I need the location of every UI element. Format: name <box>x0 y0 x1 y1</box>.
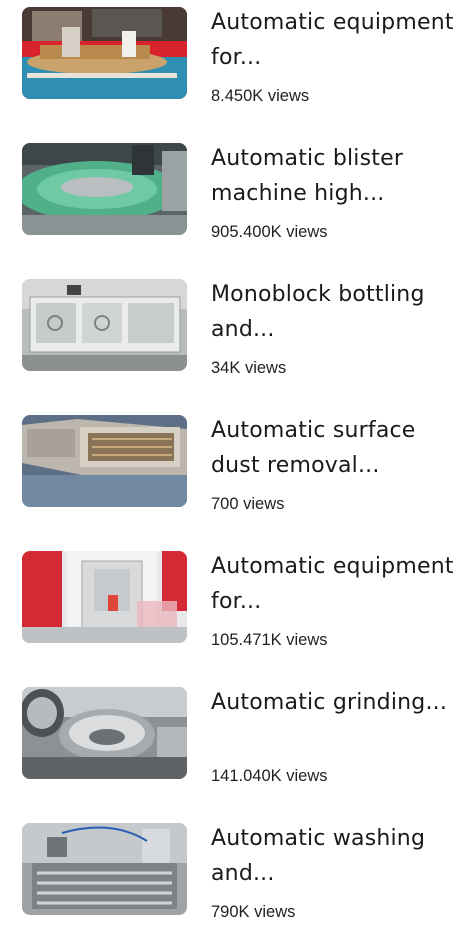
view-count: 34K views <box>211 359 287 377</box>
video-thumbnail[interactable] <box>22 687 187 779</box>
video-item[interactable]: Automatic blister machine high... 905.40… <box>0 136 463 256</box>
video-thumbnail[interactable] <box>22 551 187 643</box>
view-count: 141.040K views <box>211 767 328 785</box>
machine-thumbnail-image <box>22 823 187 915</box>
machine-thumbnail-image <box>22 551 187 643</box>
view-count: 8.450K views <box>211 87 310 105</box>
view-count: 790K views <box>211 903 296 921</box>
video-item[interactable]: Automatic washing and... 790K views <box>0 816 463 936</box>
video-title[interactable]: Automatic equipment for... <box>211 549 456 619</box>
machine-thumbnail-image <box>22 415 187 507</box>
video-title[interactable]: Automatic surface dust removal... <box>211 413 456 483</box>
video-title[interactable]: Monoblock bottling and... <box>211 277 456 347</box>
video-title[interactable]: Automatic blister machine high... <box>211 141 456 211</box>
video-list: Automatic equipment for... 8.450K views … <box>0 0 463 927</box>
video-thumbnail[interactable] <box>22 7 187 99</box>
view-count: 905.400K views <box>211 223 328 241</box>
video-item[interactable]: Automatic grinding... 141.040K views <box>0 680 463 800</box>
machine-thumbnail-image <box>22 143 187 235</box>
video-title[interactable]: Automatic washing and... <box>211 821 456 891</box>
machine-thumbnail-image <box>22 279 187 371</box>
view-count: 700 views <box>211 495 285 513</box>
video-thumbnail[interactable] <box>22 823 187 915</box>
video-item[interactable]: Automatic surface dust removal... 700 vi… <box>0 408 463 528</box>
video-thumbnail[interactable] <box>22 143 187 235</box>
video-thumbnail[interactable] <box>22 415 187 507</box>
video-item[interactable]: Automatic equipment for... 105.471K view… <box>0 544 463 664</box>
video-thumbnail[interactable] <box>22 279 187 371</box>
video-title[interactable]: Automatic grinding... <box>211 685 456 720</box>
video-item[interactable]: Automatic equipment for... 8.450K views <box>0 0 463 120</box>
machine-thumbnail-image <box>22 687 187 779</box>
view-count: 105.471K views <box>211 631 328 649</box>
machine-thumbnail-image <box>22 7 187 99</box>
video-title[interactable]: Automatic equipment for... <box>211 5 456 75</box>
video-item[interactable]: Monoblock bottling and... 34K views <box>0 272 463 392</box>
